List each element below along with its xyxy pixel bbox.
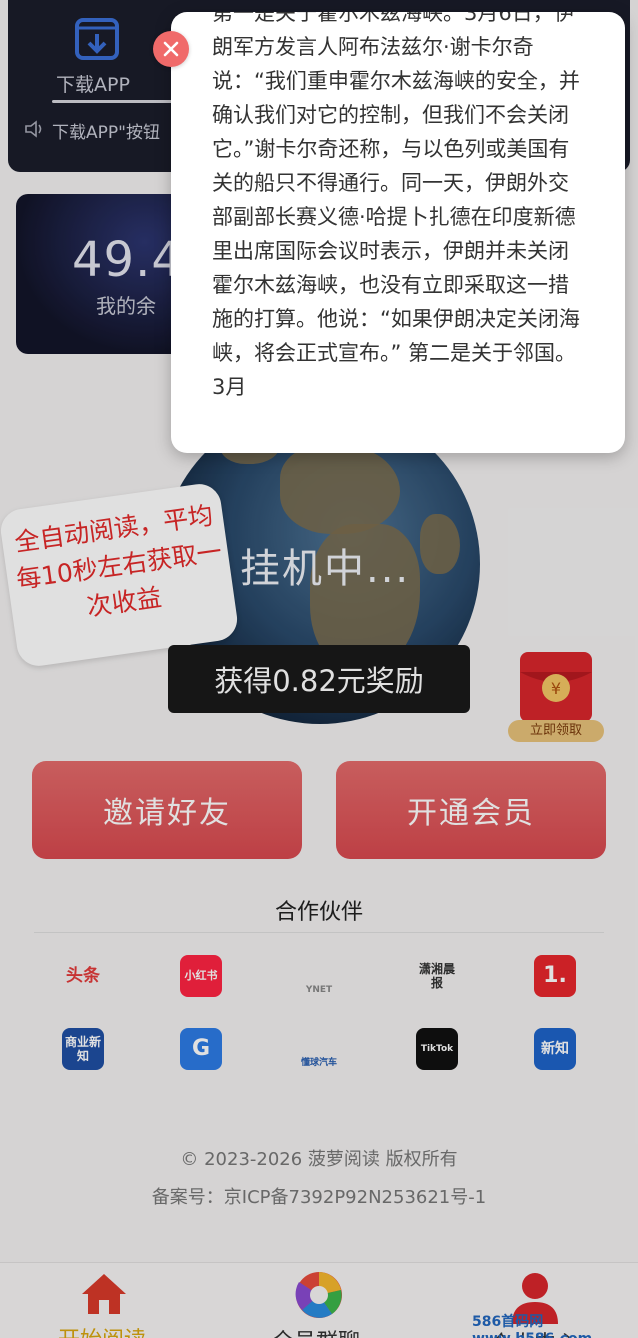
article-popup[interactable]: 第一是关于霍尔木兹海峡。3月6日，伊朗军方发言人阿布法兹尔·谢卡尔奇说：“我们重… [171, 12, 625, 453]
article-text: 第一是关于霍尔木兹海峡。3月6日，伊朗军方发言人阿布法兹尔·谢卡尔奇说：“我们重… [212, 12, 580, 399]
watermark: 586首码网 www.h586.com [472, 1314, 592, 1338]
close-button[interactable] [153, 31, 189, 67]
close-icon [163, 41, 179, 57]
